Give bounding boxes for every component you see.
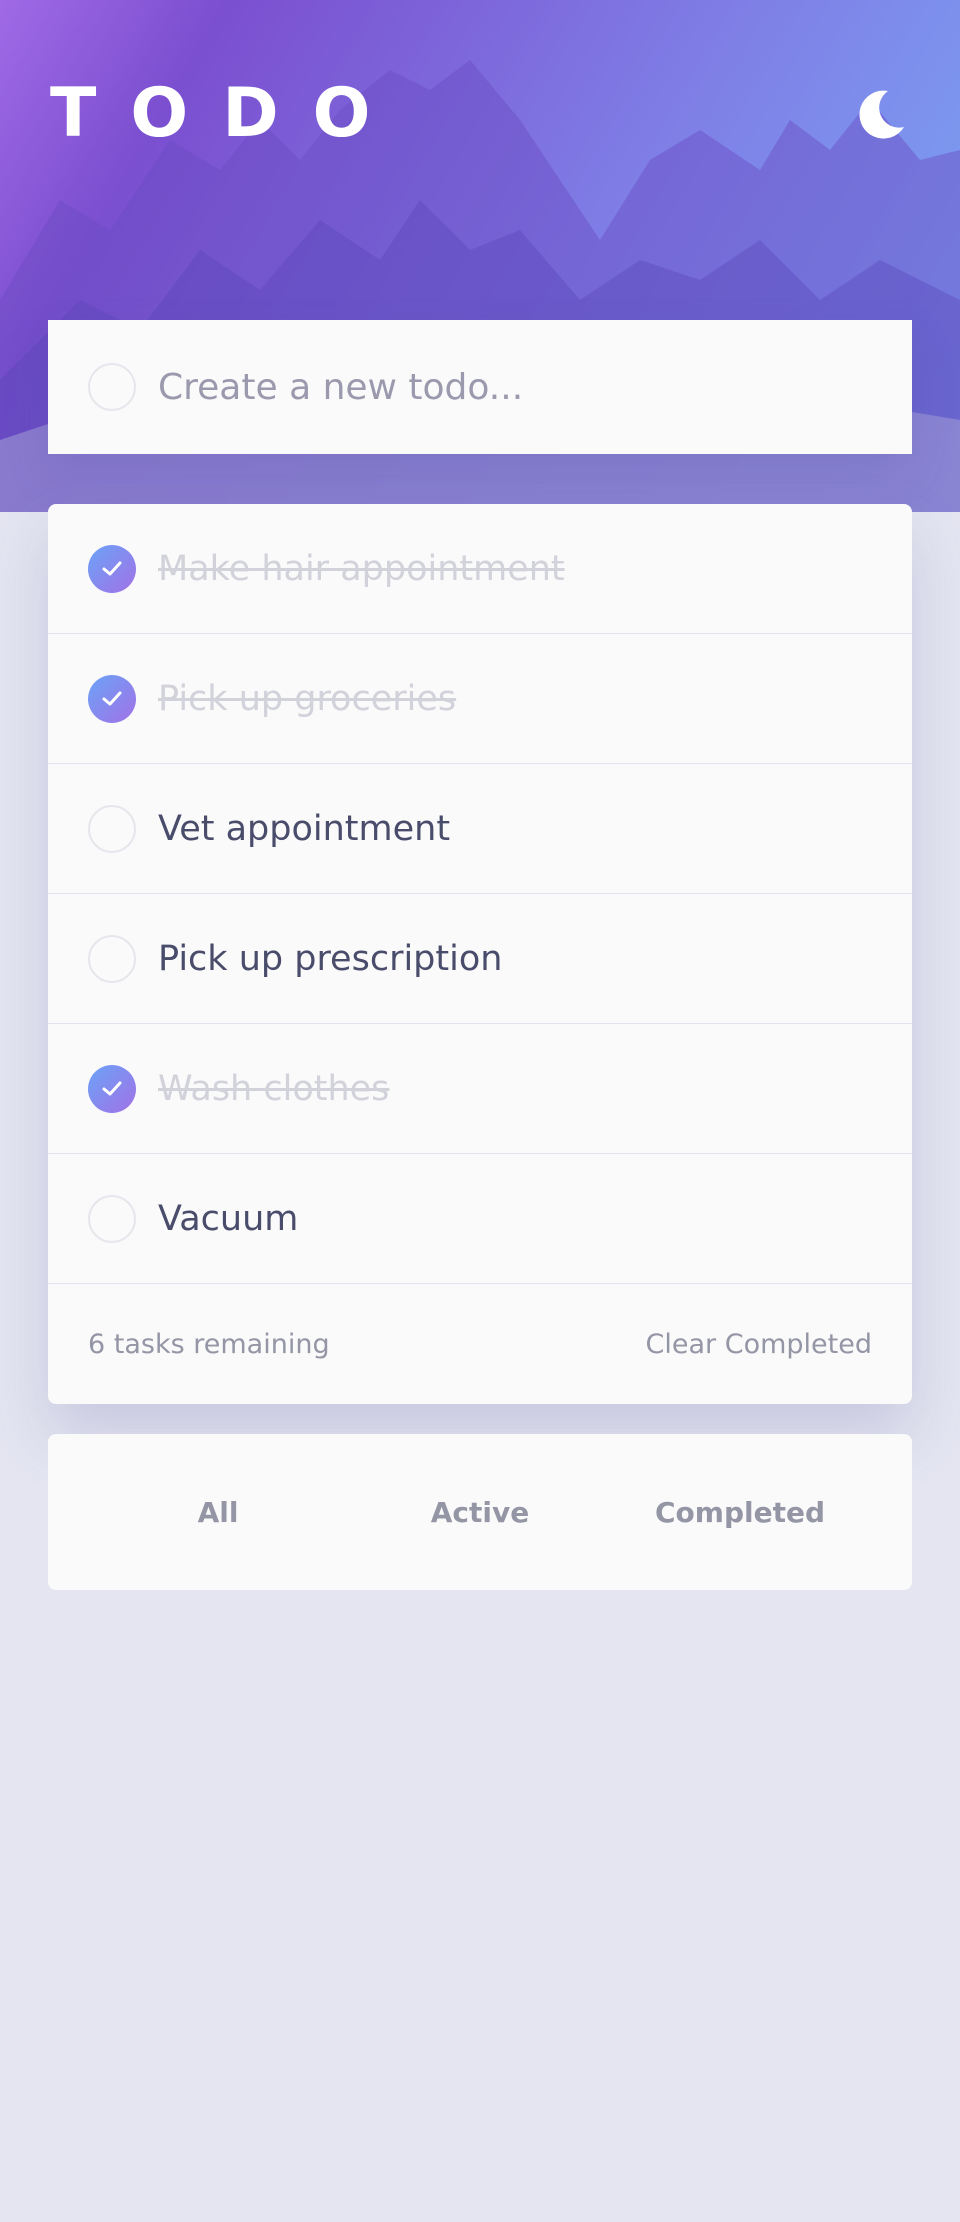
filter-bar: All Active Completed	[48, 1434, 912, 1590]
todo-item[interactable]: Pick up prescription	[48, 894, 912, 1024]
new-todo-input[interactable]	[158, 366, 858, 408]
check-icon[interactable]	[88, 544, 136, 593]
tasks-remaining: 6 tasks remaining	[88, 1328, 330, 1360]
todo-list: Make hair appointment Pick up groceries Ve…	[48, 504, 912, 1404]
todo-item[interactable]: Wash clothes	[48, 1024, 912, 1154]
new-todo-bar	[48, 320, 912, 454]
new-todo-circle-icon	[88, 363, 136, 411]
todo-text: Vacuum	[158, 1198, 299, 1239]
app-title: TODO	[50, 74, 405, 153]
clear-completed-button[interactable]: Clear Completed	[646, 1329, 872, 1360]
checkbox-circle-icon[interactable]	[88, 804, 136, 853]
app-header: TODO	[50, 74, 912, 154]
check-icon[interactable]	[88, 1064, 136, 1113]
checkbox-circle-icon[interactable]	[88, 934, 136, 983]
list-footer: 6 tasks remaining Clear Completed	[48, 1284, 912, 1404]
todo-item[interactable]: Vet appointment	[48, 764, 912, 894]
todo-item[interactable]: Pick up groceries	[48, 634, 912, 764]
check-icon[interactable]	[88, 674, 136, 723]
filter-all[interactable]: All	[198, 1496, 239, 1529]
todo-text: Wash clothes	[158, 1068, 390, 1109]
todo-item[interactable]: Vacuum	[48, 1154, 912, 1284]
filter-active[interactable]: Active	[431, 1496, 530, 1529]
filter-completed[interactable]: Completed	[655, 1496, 825, 1529]
todo-item[interactable]: Make hair appointment	[48, 504, 912, 634]
moon-icon[interactable]	[850, 83, 912, 145]
todo-text: Pick up prescription	[158, 938, 503, 979]
checkbox-circle-icon[interactable]	[88, 1194, 136, 1243]
todo-text: Vet appointment	[158, 808, 451, 849]
todo-text: Pick up groceries	[158, 678, 457, 719]
todo-text: Make hair appointment	[158, 548, 565, 589]
